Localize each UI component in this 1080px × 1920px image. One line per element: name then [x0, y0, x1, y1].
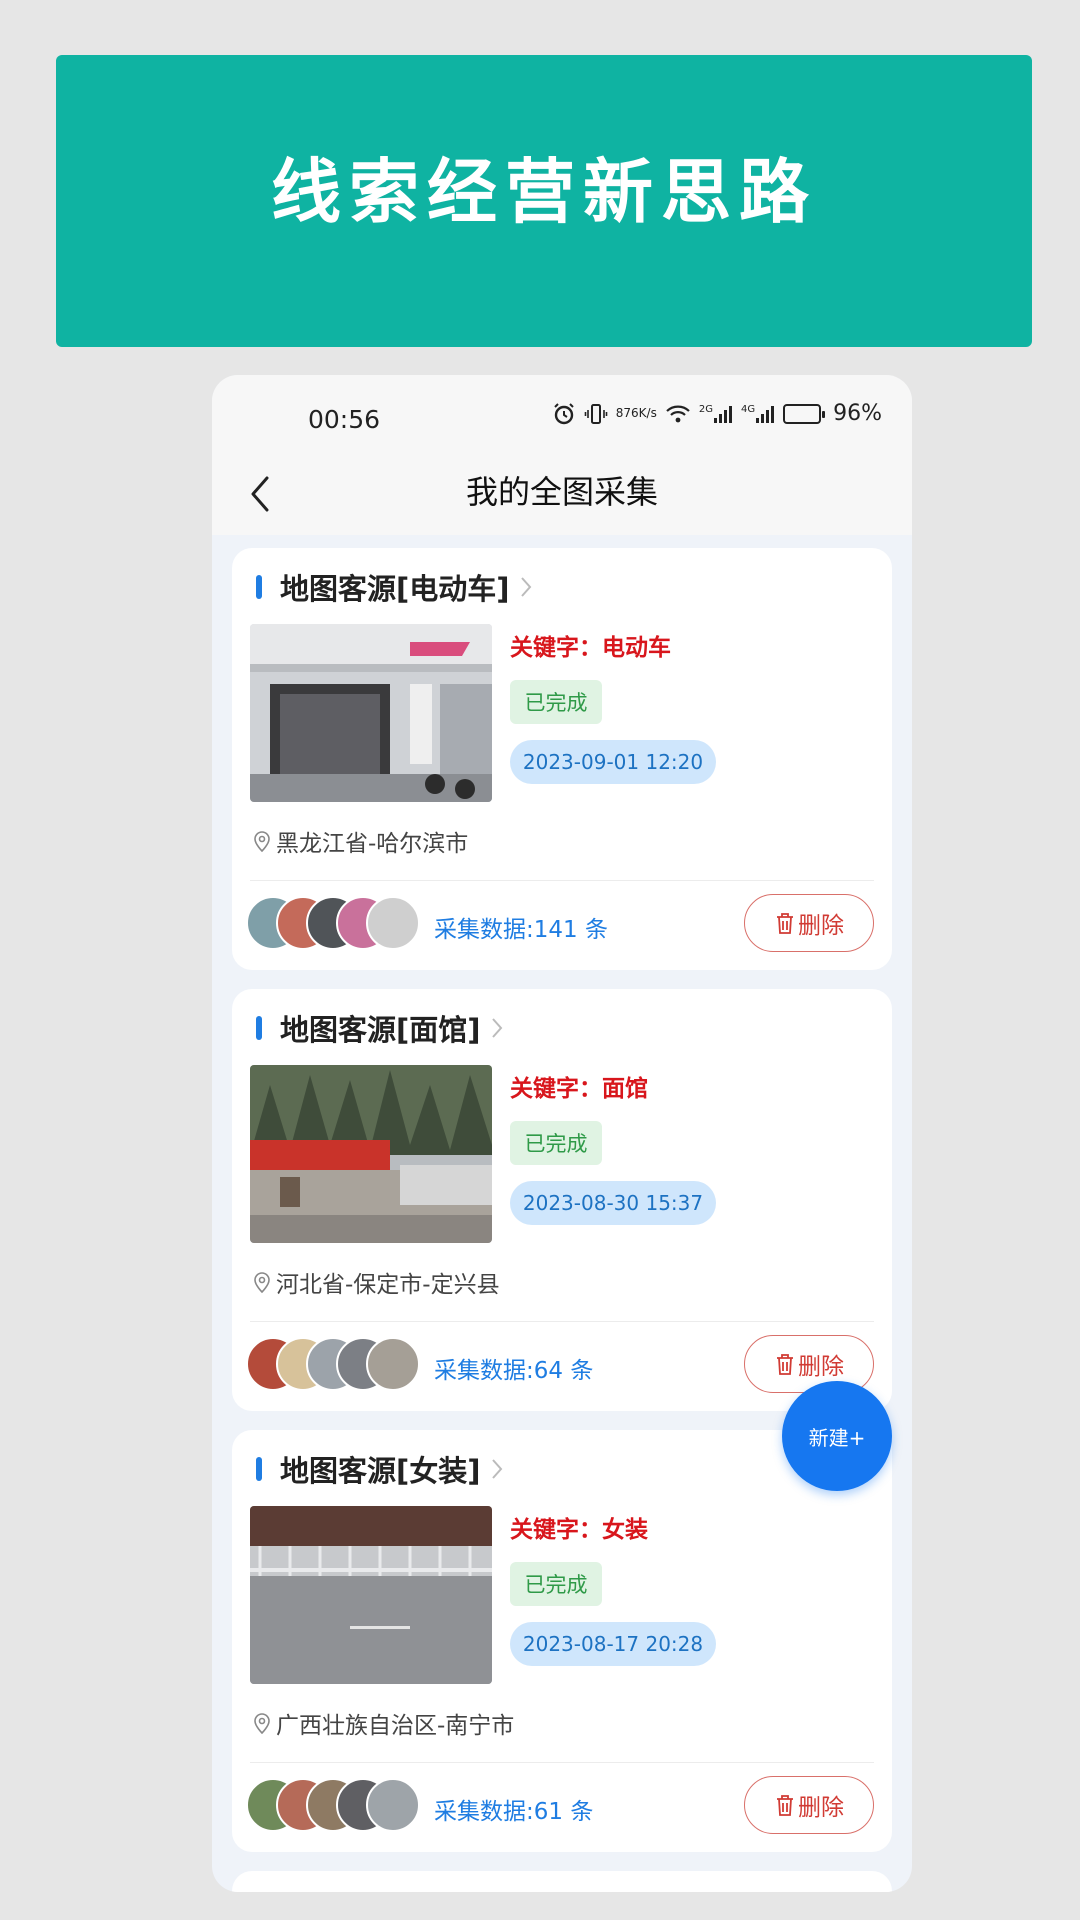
phone-screen: 00:56 876 K/s 2G 4G 96% 我的全图采集 地图客源[电动车]…	[212, 375, 912, 1892]
collection-card[interactable]: 地图客源[面馆] 关键字：面馆 已完成 2023-08-30 15:37 河北省…	[232, 989, 892, 1411]
vibrate-icon	[584, 402, 608, 426]
card-header[interactable]: 地图客源[面馆]	[256, 1007, 503, 1049]
status-badge: 已完成	[510, 1121, 602, 1165]
card-keyword: 关键字：女装	[510, 1517, 648, 1543]
collect-count: 采集数据:141 条	[434, 917, 608, 943]
net-speed: 876 K/s	[616, 407, 657, 420]
delete-label: 删除	[798, 1354, 844, 1380]
delete-button[interactable]: 删除	[744, 1776, 874, 1834]
location-pin-icon	[254, 831, 270, 853]
card-title: 地图客源[女装]	[280, 1454, 481, 1488]
card-divider	[250, 1762, 874, 1763]
trash-icon	[777, 1354, 793, 1375]
chevron-right-icon	[491, 1017, 503, 1039]
card-location: 广西壮族自治区-南宁市	[252, 1706, 514, 1740]
card-header[interactable]: 地图客源[女装]	[256, 1448, 503, 1490]
card-location: 河北省-保定市-定兴县	[252, 1265, 500, 1299]
chevron-right-icon	[491, 1458, 503, 1480]
card-keyword: 关键字：电动车	[510, 635, 671, 661]
delete-label: 删除	[798, 913, 844, 939]
location-text: 黑龙江省-哈尔滨市	[276, 831, 469, 857]
date-badge: 2023-08-17 20:28	[510, 1622, 716, 1666]
card-divider	[250, 1321, 874, 1322]
location-text: 河北省-保定市-定兴县	[276, 1272, 500, 1298]
avatar	[366, 896, 420, 950]
location-text: 广西壮族自治区-南宁市	[276, 1713, 515, 1739]
status-icons: 876 K/s 2G 4G 96%	[552, 401, 882, 426]
avatar-stack	[246, 1337, 426, 1393]
battery-percent: 96%	[833, 401, 882, 426]
card-header[interactable]: 地图客源[电动车]	[256, 566, 532, 608]
delete-button[interactable]: 删除	[744, 894, 874, 952]
signal-icon-4g: 4G	[741, 404, 775, 424]
card-accent-bar	[256, 575, 262, 599]
page-title: 我的全图采集	[465, 473, 658, 511]
card-keyword: 关键字：面馆	[510, 1076, 648, 1102]
collect-count: 采集数据:64 条	[434, 1358, 594, 1384]
signal-4g-label: 4G	[740, 403, 756, 415]
collect-count: 采集数据:61 条	[434, 1799, 594, 1825]
avatar	[366, 1778, 420, 1832]
location-pin-icon	[254, 1713, 270, 1735]
card-location: 黑龙江省-哈尔滨市	[252, 824, 468, 858]
collection-card[interactable]: 地图客源[女装] 关键字：女装 已完成 2023-08-17 20:28 广西壮…	[232, 1430, 892, 1852]
signal-icon-2g: 2G	[699, 404, 733, 424]
trash-icon	[777, 913, 793, 934]
status-badge: 已完成	[510, 1562, 602, 1606]
chevron-right-icon	[520, 576, 532, 598]
card-title: 地图客源[面馆]	[280, 1013, 481, 1047]
status-time: 00:56	[308, 405, 381, 434]
signal-2g-label: 2G	[698, 403, 713, 415]
card-photo[interactable]	[250, 1506, 492, 1684]
avatar	[366, 1337, 420, 1391]
avatar-stack	[246, 896, 426, 952]
card-accent-bar	[256, 1016, 262, 1040]
status-badge: 已完成	[510, 680, 602, 724]
promo-banner: 线索经营新思路	[56, 55, 1032, 347]
collection-card-partial[interactable]	[232, 1871, 892, 1892]
date-badge: 2023-08-30 15:37	[510, 1181, 716, 1225]
banner-title: 线索经营新思路	[271, 150, 817, 233]
trash-icon	[777, 1795, 793, 1816]
top-bar: 00:56 876 K/s 2G 4G 96% 我的全图采集	[212, 375, 912, 535]
card-photo[interactable]	[250, 624, 492, 802]
delete-label: 删除	[798, 1795, 844, 1821]
collection-card[interactable]: 地图客源[电动车] 关键字：电动车 已完成 2023-09-01 12:20 黑…	[232, 548, 892, 970]
card-title: 地图客源[电动车]	[280, 572, 510, 606]
net-speed-value: 876	[615, 406, 639, 420]
card-accent-bar	[256, 1457, 262, 1481]
card-photo[interactable]	[250, 1065, 492, 1243]
card-divider	[250, 880, 874, 881]
avatar-stack	[246, 1778, 426, 1834]
new-collection-button[interactable]: 新建+	[782, 1381, 892, 1491]
net-speed-unit: K/s	[638, 406, 657, 420]
battery-icon	[783, 403, 826, 424]
location-pin-icon	[254, 1272, 270, 1294]
wifi-icon	[665, 403, 691, 425]
alarm-icon	[552, 402, 576, 426]
date-badge: 2023-09-01 12:20	[510, 740, 716, 784]
